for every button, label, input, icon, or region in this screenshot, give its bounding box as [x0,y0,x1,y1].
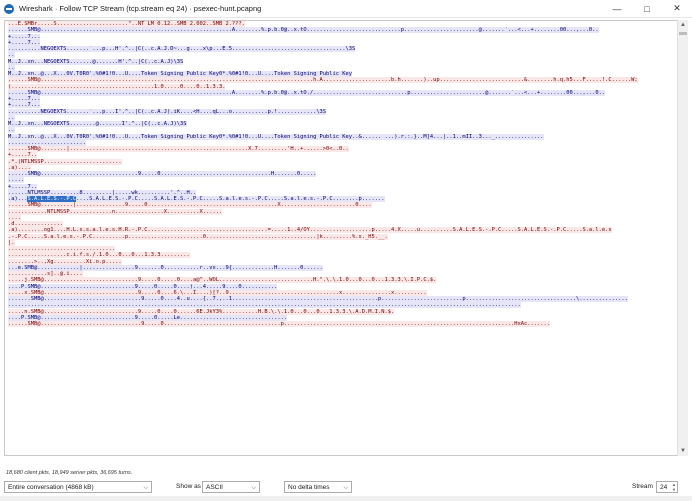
stream-line-text: .......SMB@.............................… [8,296,628,302]
server-stream-line: ......SMB@..............................… [5,89,677,96]
stream-line-text: ..................c.i.f.s./.1.0...0...0.… [8,252,190,259]
stream-line-text: ...e.SMB@.............|................9… [8,264,323,271]
scroll-up-icon[interactable]: ▲ [678,20,688,30]
conversation-select-value: Entire conversation (4868 kB) [8,484,94,491]
stream-line-text: ......SMB@..........|...............9...… [8,202,372,209]
conversation-select[interactable]: Entire conversation (4868 kB) ⌵ [4,481,152,493]
stream-line-text: ........................................… [8,302,521,309]
stream-line-text: ....P.SMB@.............................9… [8,283,278,290]
close-icon[interactable]: ✕ [662,0,692,17]
client-stream-line: ......SMB@..............................… [5,77,677,84]
stream-line-text: .....n.SMB@.............................… [8,308,395,315]
stream-line-text: ......SMB@..............................… [8,77,638,84]
stream-line-text: +.....7... [8,33,41,40]
server-stream-line: ......SMB@..............................… [5,27,677,34]
stream-line-text: .. [8,64,15,71]
stream-line-text: +.....7... [8,102,41,109]
stream-line-text: .d............... [8,221,64,227]
stream-content[interactable]: ...E.SMBr.....S......................"..… [4,20,678,456]
stream-line-text: ..........NEGOEXTS.......`...p...I'.^..|… [8,108,327,115]
client-stream-line: .a)........og1....H.L.s.s.a.l.e.s.H.R.-.… [5,227,677,234]
stream-line-text: ........................ [8,139,86,146]
stream-line-text: ...E.SMBr.....S......................"..… [8,21,245,27]
stream-line-text: ..........NEGOEXTS.......`...p...H'.^..|… [8,46,356,52]
stream-line-text: ................................. [8,246,116,252]
stream-line-text: .. [8,52,15,59]
window-controls: — □ ✕ [602,0,692,17]
vertical-scrollbar[interactable]: ▲ ▼ [677,20,688,456]
stream-line-text: M..J..xn..@...X...0V.T0R0'.%0#1!0...U...… [8,71,353,77]
selected-text[interactable]: S.A.L.E.S.-.P.C [27,196,77,202]
stream-line-text: .....x.SMB@.............................… [8,289,427,296]
stream-line-text: ....P.SMB@.............................9… [8,314,288,321]
scroll-down-icon[interactable]: ▼ [678,446,688,456]
stream-line-text: +.....7.. [8,183,38,190]
chevron-down-icon: ⌵ [143,485,148,491]
stream-line-text: .a).... [8,164,31,171]
stream-line-text: ......SMB@..............................… [8,89,606,96]
stream-line-text: +.....7... [8,96,41,102]
stream-line-text: ............s]..@.i.... [8,271,83,277]
stream-line-text: .-.P.C.....S.a.l.e.s.-.P.C..........p...… [8,233,388,240]
delta-times-value: No delta times [288,484,330,491]
stream-line-text: ......SMB@..............................… [8,27,599,34]
show-as-label: Show as [176,483,201,490]
chevron-down-icon: ⌵ [343,485,348,491]
title-bar: Wireshark · Follow TCP Stream (tcp.strea… [0,0,692,18]
controls-bar: Entire conversation (4868 kB) ⌵ Show as … [0,481,692,495]
window-title: Wireshark · Follow TCP Stream (tcp.strea… [19,4,262,13]
stream-label: Stream [632,483,653,490]
client-stream-line: ......SMB@..............................… [5,321,677,327]
stream-line-text: .. [8,114,15,121]
stream-number-value: 24 [660,484,668,491]
stream-line-text: (.......................................… [8,83,226,90]
stream-line-text: .*.(NTLMSSP........................ [8,158,122,165]
stream-line-text: ......NTLMSSP.........8.........|.....wk… [8,189,197,196]
stream-line-text: M..J..xn...NEGOEXTS........@.......I'.^.… [8,121,187,127]
stream-line-text: ..... [8,177,25,184]
stream-line-text: .a)...S.A.L.E.S.-.P.C....S.A.L.E.S.-.P.C… [8,196,385,202]
spin-arrows-icon[interactable]: ▲ ▼ [672,482,676,492]
wireshark-icon [4,3,14,14]
delta-times-select[interactable]: No delta times ⌵ [284,481,352,493]
stream-line-text: +.....7... [8,39,41,46]
stream-line-text: ......SMB@..............................… [8,171,317,177]
stream-line-text: .. [8,127,15,134]
stream-line-text: ......SMB@........|.....................… [8,146,349,152]
stream-line-text: |. [8,239,15,246]
show-as-value: ASCII [206,484,223,491]
chevron-down-icon: ⌵ [251,485,256,491]
stream-line-text: .... [8,214,21,221]
stream-line-text: ......SMB@..............................… [8,321,550,327]
stream-line-text: ............NTLMSSP.............n.......… [8,208,223,215]
stream-summary: 18,680 client pkts, 18,949 server pkts, … [6,470,133,476]
stream-line-text: ........>..,Xg..........Xi.o.p..... [8,258,122,265]
stream-line-text: .....j.SMB@.............................… [8,277,437,284]
stream-line-text: M..J..xn...NEGOEXTS.......@.......H'.^..… [8,58,184,65]
minimize-icon[interactable]: — [602,0,632,17]
bottom-edge [0,496,692,501]
maximize-icon[interactable]: □ [632,0,662,17]
stream-line-text: M..J..xn..@...X...0V.T0R0'.%0#1!0...U...… [8,133,544,140]
stream-number-spinbox[interactable]: 24 ▲ ▼ [656,481,678,493]
scroll-thumb[interactable] [679,32,687,35]
stream-line-text: +.....7.. [8,152,38,159]
stream-line-text: .a)........og1....H.L.s.s.a.l.e.s.H.R.-.… [8,227,612,234]
show-as-select[interactable]: ASCII ⌵ [202,481,260,493]
